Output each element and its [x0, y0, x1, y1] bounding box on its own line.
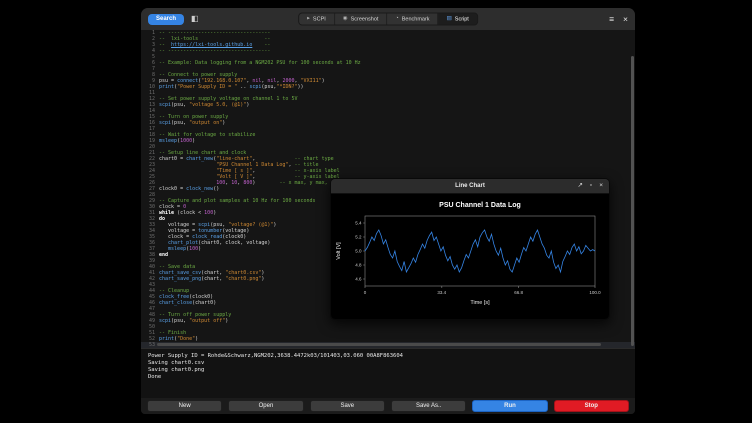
chart-body: PSU Channel 1 Data Log 4.6 4.8 5.0 5.2 5.4 0 33… — [331, 194, 609, 320]
desktop: Search ◧ ▸SCPI◉Screenshot◔Benchmark▤Scri… — [0, 0, 752, 423]
gauge-icon: ◔ — [395, 16, 398, 22]
script-icon: ▤ — [447, 16, 452, 22]
console-output: Power Supply ID = Rohde&Schwarz,NGM202,3… — [141, 348, 635, 398]
maximize-icon[interactable]: ▫ — [590, 183, 592, 190]
y-tick-label: 5.0 — [355, 249, 362, 254]
plot-frame — [365, 216, 595, 286]
tab-label: Screenshot — [351, 16, 379, 22]
run-button[interactable]: Run — [472, 400, 547, 412]
console-line: Power Supply ID = Rohde&Schwarz,NGM202,3… — [148, 353, 628, 360]
save-button[interactable]: Save — [310, 400, 385, 412]
new-button[interactable]: New — [147, 400, 222, 412]
line-chart-window: Line Chart ↗ ▫ × PSU Channel 1 Data Log 4.6… — [330, 178, 610, 320]
tab-scpi[interactable]: ▸SCPI — [299, 14, 335, 25]
y-tick-label: 5.2 — [355, 235, 362, 240]
x-tick-label: 100.0 — [589, 290, 601, 295]
close-icon[interactable]: × — [599, 183, 603, 190]
y-axis-label: Volt [V] — [336, 242, 342, 260]
chart-line — [365, 230, 595, 272]
lxi-tools-window: Search ◧ ▸SCPI◉Screenshot◔Benchmark▤Scri… — [141, 8, 635, 414]
tab-label: SCPI — [313, 16, 326, 22]
x-axis-label: Time [s] — [470, 300, 490, 306]
x-tick-label: 0 — [364, 290, 367, 295]
tab-script[interactable]: ▤Script — [439, 14, 477, 25]
tab-label: Script — [455, 16, 469, 22]
open-button[interactable]: Open — [228, 400, 303, 412]
chart-title: PSU Channel 1 Data Log — [439, 202, 521, 209]
tab-benchmark[interactable]: ◔ Benchmark — [387, 14, 438, 25]
console-line: Saving chart0.csv — [148, 360, 628, 367]
menu-icon[interactable]: ≡ — [609, 15, 614, 24]
console-line: Saving chart0.png — [148, 367, 628, 374]
chart-window-titlebar[interactable]: Line Chart ↗ ▫ × — [331, 179, 609, 194]
x-tick-label: 33.4 — [437, 290, 446, 295]
camera-icon: ◉ — [343, 16, 348, 22]
tab-screenshot[interactable]: ◉Screenshot — [335, 14, 388, 25]
console-line: Done — [148, 374, 628, 381]
headerbar: Search ◧ ▸SCPI◉Screenshot◔Benchmark▤Scri… — [141, 8, 635, 31]
tab-label: Benchmark — [402, 16, 430, 22]
y-tick-label: 4.6 — [355, 277, 362, 282]
save-as-button[interactable]: Save As.. — [391, 400, 466, 412]
search-button[interactable]: Search — [148, 14, 184, 25]
y-tick-label: 4.8 — [355, 263, 362, 268]
stop-button[interactable]: Stop — [554, 400, 629, 412]
panel-toggle-icon[interactable]: ◧ — [189, 15, 201, 23]
y-tick-label: 5.4 — [355, 221, 362, 226]
x-tick-label: 66.8 — [514, 290, 523, 295]
header-right-controls: ≡ × — [609, 15, 628, 24]
expand-icon[interactable]: ↗ — [577, 183, 582, 190]
chart-canvas: PSU Channel 1 Data Log 4.6 4.8 5.0 5.2 5.4 0 33… — [331, 194, 609, 320]
vertical-scrollbar[interactable] — [631, 56, 634, 346]
scpi-icon: ▸ — [307, 16, 310, 22]
window-close-icon[interactable]: × — [623, 15, 628, 24]
chart-window-title: Line Chart — [331, 183, 609, 189]
tab-bar: ▸SCPI◉Screenshot◔Benchmark▤Script — [298, 13, 478, 26]
action-bar: New Open Save Save As.. Run Stop — [141, 398, 635, 414]
chart-window-controls: ↗ ▫ × — [577, 183, 609, 190]
horizontal-scrollbar[interactable] — [157, 343, 601, 346]
